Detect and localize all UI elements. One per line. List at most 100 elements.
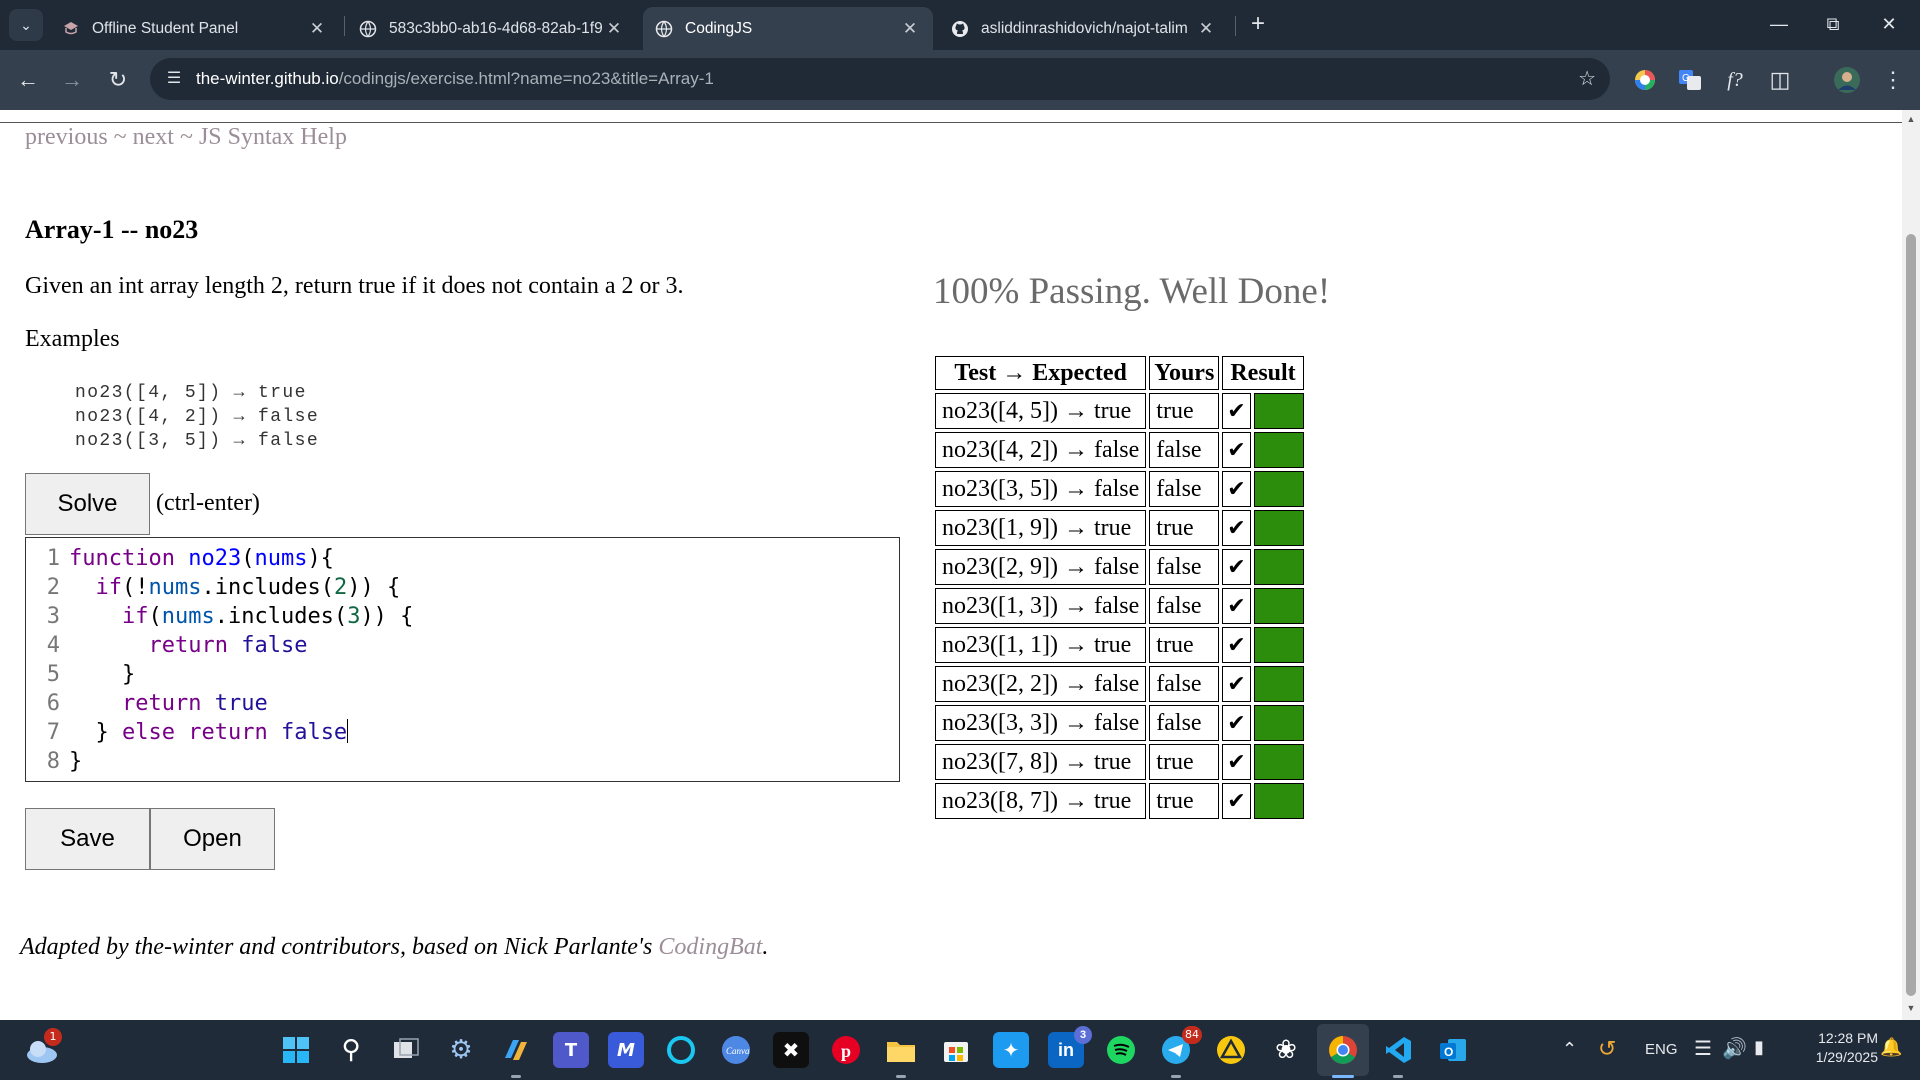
color-extension-icon[interactable] xyxy=(1630,65,1660,95)
minimize-button[interactable]: — xyxy=(1756,8,1802,40)
vscode-icon[interactable] xyxy=(1380,1032,1416,1068)
alexa-icon[interactable] xyxy=(663,1032,699,1068)
pinterest-icon[interactable]: p xyxy=(828,1032,864,1068)
save-button[interactable]: Save xyxy=(25,808,150,870)
wifi-icon[interactable]: ☰ xyxy=(1694,1036,1712,1061)
test-cell: no23([3, 5]) → false xyxy=(935,471,1147,507)
time-text: 12:28 PM xyxy=(1818,1030,1878,1046)
tab-offline-student-panel[interactable]: Offline Student Panel ✕ xyxy=(50,7,340,50)
bookmark-star-icon[interactable]: ☆ xyxy=(1578,66,1596,91)
restore-button[interactable]: ⧉ xyxy=(1810,8,1856,40)
back-button[interactable]: ← xyxy=(12,64,44,96)
example-line: no23([4, 2]) → false xyxy=(75,407,320,427)
puzzle-extensions-icon[interactable]: ◫ xyxy=(1765,65,1795,95)
code-editor[interactable]: 1 2 3 4 5 6 7 8 function no23(nums){ if(… xyxy=(25,537,900,782)
teams-icon[interactable]: T xyxy=(553,1032,589,1068)
column-header: Test → Expected xyxy=(935,356,1147,390)
scrollbar-thumb[interactable] xyxy=(1906,234,1916,996)
translate-icon[interactable]: G xyxy=(1675,65,1705,95)
js-syntax-help-link[interactable]: JS Syntax Help xyxy=(199,124,347,150)
weather-widget-icon[interactable]: 1 xyxy=(24,1028,62,1068)
microsoft-store-icon[interactable] xyxy=(938,1032,974,1068)
yours-cell: true xyxy=(1149,627,1220,663)
clock[interactable]: 12:28 PM 1/29/2025 xyxy=(1796,1030,1878,1065)
previous-link[interactable]: previous xyxy=(25,124,108,150)
new-tab-button[interactable]: + xyxy=(1244,11,1272,39)
drive-warning-icon[interactable] xyxy=(1213,1032,1249,1068)
browser-toolbar: ← → ↻ ☰ the-winter.github.io/codingjs/ex… xyxy=(0,50,1920,110)
close-icon[interactable]: ✕ xyxy=(899,19,921,39)
scroll-down-icon[interactable]: ▼ xyxy=(1902,1003,1920,1013)
telegram-icon[interactable]: 84 xyxy=(1158,1026,1202,1068)
site-info-icon[interactable]: ☰ xyxy=(162,67,186,91)
battery-icon[interactable]: ▮ xyxy=(1754,1037,1764,1058)
table-row: no23([2, 2]) → false false ✔ xyxy=(935,666,1304,702)
tab-title: asliddinrashidovich/najot-talim xyxy=(981,19,1188,37)
code-line: } xyxy=(69,662,136,687)
tab-search-button[interactable]: ⌄ xyxy=(9,9,43,41)
tab-strip: ⌄ Offline Student Panel ✕ 583c3bb0-ab16-… xyxy=(0,0,1920,50)
codingbat-link[interactable]: CodingBat xyxy=(658,934,762,960)
line-number: 3 xyxy=(46,604,60,629)
twitter-icon[interactable]: ✦ xyxy=(993,1032,1029,1068)
url-text: the-winter.github.io/codingjs/exercise.h… xyxy=(196,69,714,89)
font-extension-icon[interactable]: f? xyxy=(1720,65,1750,95)
chrome-icon[interactable] xyxy=(1325,1032,1361,1068)
checkmark-icon: ✔ xyxy=(1222,666,1251,702)
tab-title: CodingJS xyxy=(685,19,753,37)
chevron-up-icon[interactable]: ⌃ xyxy=(1562,1039,1577,1060)
address-bar[interactable]: ☰ the-winter.github.io/codingjs/exercise… xyxy=(150,58,1610,100)
examples-heading: Examples xyxy=(25,326,120,352)
exercise-page: previous ~ next ~ JS Syntax Help Array-1… xyxy=(0,110,1902,1020)
canva-icon[interactable]: Canva xyxy=(718,1032,754,1068)
scroll-up-icon[interactable]: ▲ xyxy=(1902,114,1920,124)
keyword: function xyxy=(69,546,175,571)
next-link[interactable]: next xyxy=(133,124,174,150)
tab-uuid[interactable]: 583c3bb0-ab16-4d68-82ab-1f9 ✕ xyxy=(347,7,637,50)
yours-cell: false xyxy=(1149,705,1220,741)
running-indicator xyxy=(1393,1075,1403,1078)
file-explorer-icon[interactable] xyxy=(883,1032,919,1068)
capcut-icon[interactable]: ✖ xyxy=(773,1032,809,1068)
outlook-icon[interactable]: O xyxy=(1435,1032,1471,1068)
function-name: no23 xyxy=(188,546,242,571)
panel-favicon-icon xyxy=(62,20,80,38)
task-view-icon[interactable] xyxy=(388,1032,424,1068)
copilot-icon[interactable] xyxy=(498,1032,534,1068)
bell-icon[interactable]: 🔔 xyxy=(1880,1037,1902,1058)
forward-button[interactable]: → xyxy=(56,64,88,96)
code-line: } else return false xyxy=(69,719,349,745)
menu-icon[interactable]: ⋮ xyxy=(1878,65,1908,95)
start-button[interactable] xyxy=(278,1032,314,1068)
table-row: no23([1, 1]) → true true ✔ xyxy=(935,627,1304,663)
code-line: if(!nums.includes(2)) { xyxy=(95,575,401,600)
running-indicator xyxy=(1332,1075,1354,1078)
search-icon[interactable]: ⚲ xyxy=(333,1032,369,1068)
reload-button[interactable]: ↻ xyxy=(102,64,134,96)
close-icon[interactable]: ✕ xyxy=(603,19,625,39)
property: includes xyxy=(227,604,334,629)
settings-gear-icon[interactable]: ⚙ xyxy=(443,1032,479,1068)
sync-icon[interactable]: ↺ xyxy=(1598,1036,1616,1062)
page-scrollbar[interactable]: ▲ ▼ xyxy=(1902,110,1920,1020)
spotify-icon[interactable] xyxy=(1103,1032,1139,1068)
linkedin-icon[interactable]: in 3 xyxy=(1048,1026,1092,1068)
tab-codingjs[interactable]: CodingJS ✕ xyxy=(643,7,933,50)
property: includes xyxy=(214,575,321,600)
close-window-button[interactable]: ✕ xyxy=(1866,8,1912,40)
close-icon[interactable]: ✕ xyxy=(306,19,328,39)
svg-text:p: p xyxy=(841,1041,851,1061)
profile-avatar[interactable] xyxy=(1832,65,1862,95)
url-host: the-winter.github.io xyxy=(196,69,339,88)
number: 2 xyxy=(333,575,348,600)
close-icon[interactable]: ✕ xyxy=(1195,19,1217,39)
mathway-icon[interactable]: M xyxy=(608,1032,644,1068)
volume-icon[interactable]: 🔊 xyxy=(1722,1036,1747,1061)
tab-github[interactable]: asliddinrashidovich/najot-talim ✕ xyxy=(939,7,1229,50)
language-indicator[interactable]: ENG xyxy=(1645,1041,1678,1058)
open-button[interactable]: Open xyxy=(150,808,275,870)
chatgpt-icon[interactable]: ❀ xyxy=(1268,1032,1304,1068)
solve-button[interactable]: Solve xyxy=(25,473,150,535)
keyword: return xyxy=(188,720,268,745)
result-pass-cell xyxy=(1253,393,1304,429)
